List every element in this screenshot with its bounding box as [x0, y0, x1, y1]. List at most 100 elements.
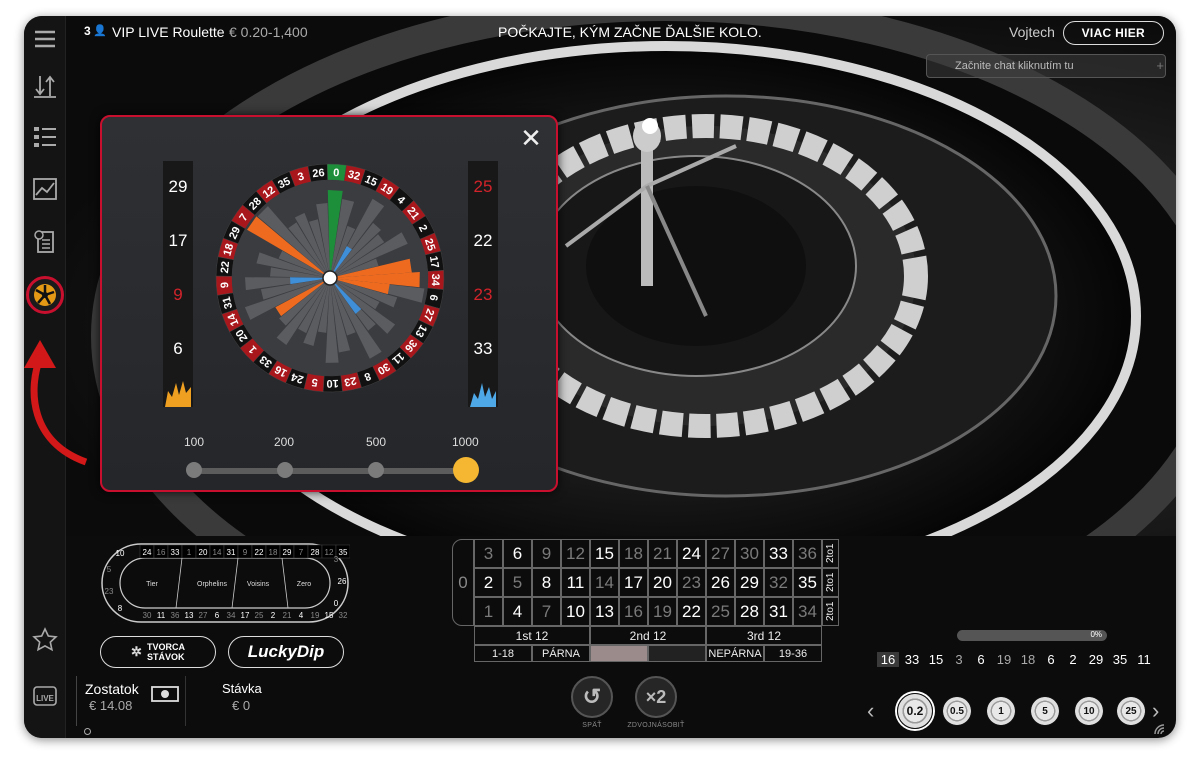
chat-input[interactable] [926, 54, 1166, 78]
bet-cell-number[interactable]: 28 [735, 597, 764, 626]
racetrack-number[interactable]: 30 [143, 611, 152, 620]
menu-icon[interactable] [30, 24, 60, 54]
double-button[interactable]: ×2 [635, 676, 677, 718]
outside-bet[interactable]: 19-36 [764, 645, 822, 662]
racetrack-number[interactable]: 18 [269, 548, 278, 557]
column-bet[interactable]: 2to1 [822, 597, 839, 626]
chat-add-icon[interactable]: + [1156, 58, 1164, 73]
bet-cell-number[interactable]: 2 [474, 568, 503, 597]
racetrack-number[interactable]: 24 [143, 548, 152, 557]
racetrack-number[interactable]: 15 [325, 611, 334, 620]
racetrack-number[interactable]: 25 [255, 611, 264, 620]
racetrack-number[interactable]: 35 [339, 548, 348, 557]
bet-cell-number[interactable]: 27 [706, 539, 735, 568]
chip[interactable]: 10 [1074, 696, 1104, 726]
racetrack-number[interactable]: 9 [243, 548, 248, 557]
bet-cell-number[interactable]: 18 [619, 539, 648, 568]
cashier-icon[interactable] [150, 684, 180, 704]
lucky-dip-button[interactable]: LuckyDip [228, 636, 344, 668]
racetrack-number[interactable]: 36 [171, 611, 180, 620]
racetrack-number[interactable]: 27 [199, 611, 208, 620]
racetrack-number[interactable]: 13 [185, 611, 194, 620]
racetrack-number[interactable]: 6 [215, 611, 220, 620]
racetrack-number[interactable]: 0 [334, 599, 339, 608]
racetrack-number[interactable]: 32 [339, 611, 348, 620]
bet-cell-number[interactable]: 17 [619, 568, 648, 597]
racetrack-number[interactable]: 8 [118, 604, 123, 613]
racetrack-section[interactable]: Tier [146, 581, 158, 588]
racetrack-number[interactable]: 34 [227, 611, 236, 620]
playtech-live-icon[interactable]: LIVE [30, 681, 60, 711]
outside-bet[interactable]: PÁRNA [532, 645, 590, 662]
sample-size-slider-track[interactable] [192, 468, 468, 474]
dozen-bet[interactable]: 1st 12 [474, 626, 590, 645]
bet-cell-number[interactable]: 14 [590, 568, 619, 597]
bet-cell-number[interactable]: 5 [503, 568, 532, 597]
outside-bet[interactable] [648, 645, 706, 662]
bet-cell-number[interactable]: 9 [532, 539, 561, 568]
bet-cell-number[interactable]: 30 [735, 539, 764, 568]
outside-bet[interactable]: NEPÁRNA [706, 645, 764, 662]
bet-cell-zero[interactable]: 0 [452, 539, 474, 626]
chip[interactable]: 0.5 [942, 696, 972, 726]
chevron-left-icon[interactable]: ‹ [867, 698, 874, 724]
bet-cell-number[interactable]: 16 [619, 597, 648, 626]
racetrack-number[interactable]: 23 [105, 587, 114, 596]
racetrack-number[interactable]: 17 [241, 611, 250, 620]
racetrack-number[interactable]: 4 [299, 611, 304, 620]
racetrack-number[interactable]: 21 [283, 611, 292, 620]
racetrack-number[interactable]: 3 [334, 555, 339, 564]
slider-stop[interactable] [368, 462, 384, 478]
undo-button[interactable]: ↺ [571, 676, 613, 718]
racetrack-number[interactable]: 1 [187, 548, 192, 557]
dozen-bet[interactable]: 2nd 12 [590, 626, 706, 645]
bet-cell-number[interactable]: 1 [474, 597, 503, 626]
bet-cell-number[interactable]: 20 [648, 568, 677, 597]
bet-cell-number[interactable]: 22 [677, 597, 706, 626]
bet-cell-number[interactable]: 25 [706, 597, 735, 626]
racetrack-number[interactable]: 2 [271, 611, 276, 620]
sort-icon[interactable] [30, 71, 60, 101]
column-bet[interactable]: 2to1 [822, 539, 839, 568]
chip[interactable]: 5 [1030, 696, 1060, 726]
racetrack-section[interactable]: Orphelins [197, 581, 227, 588]
chip[interactable]: 1 [986, 696, 1016, 726]
racetrack-number[interactable]: 33 [171, 548, 180, 557]
bet-cell-number[interactable]: 36 [793, 539, 822, 568]
racetrack-number[interactable]: 29 [283, 548, 292, 557]
outside-bet[interactable] [590, 645, 648, 662]
bet-cell-number[interactable]: 7 [532, 597, 561, 626]
bet-cell-number[interactable]: 15 [590, 539, 619, 568]
slider-stop[interactable] [277, 462, 293, 478]
outside-bet[interactable]: 1-18 [474, 645, 532, 662]
racetrack-number[interactable]: 16 [157, 548, 166, 557]
bet-cell-number[interactable]: 31 [764, 597, 793, 626]
statistics-wheel-icon[interactable] [26, 276, 64, 314]
racetrack-section[interactable]: Zero [297, 581, 312, 588]
racetrack-number[interactable]: 22 [255, 548, 264, 557]
racetrack-section[interactable]: Voisins [247, 581, 270, 588]
racetrack-bet-area[interactable]: 24 16 33 1 20 14 31 9 22 18 29 7 28 12 3530 11 36 13 27 6 34… [100, 542, 350, 624]
racetrack-number[interactable]: 14 [213, 548, 222, 557]
chip[interactable]: 0.2 [897, 693, 933, 729]
dozen-bet[interactable]: 3rd 12 [706, 626, 822, 645]
racetrack-number[interactable]: 5 [107, 565, 112, 574]
receipt-icon[interactable] [30, 226, 60, 256]
racetrack-number[interactable]: 12 [325, 548, 334, 557]
racetrack-number[interactable]: 26 [338, 577, 347, 586]
slider-stop-selected[interactable] [453, 457, 479, 483]
slider-stop[interactable] [186, 462, 202, 478]
racetrack-number[interactable]: 7 [299, 548, 304, 557]
racetrack-number[interactable]: 20 [199, 548, 208, 557]
chart-icon[interactable] [30, 174, 60, 204]
bet-cell-number[interactable]: 11 [561, 568, 590, 597]
racetrack-number[interactable]: 31 [227, 548, 236, 557]
chip[interactable]: 25 [1116, 696, 1146, 726]
bet-cell-number[interactable]: 26 [706, 568, 735, 597]
volume-icon[interactable] [1152, 722, 1168, 736]
more-games-button[interactable]: VIAC HIER [1062, 21, 1164, 45]
bet-cell-number[interactable]: 33 [764, 539, 793, 568]
close-icon[interactable]: ✕ [516, 123, 546, 153]
bet-cell-number[interactable]: 3 [474, 539, 503, 568]
bet-cell-number[interactable]: 10 [561, 597, 590, 626]
